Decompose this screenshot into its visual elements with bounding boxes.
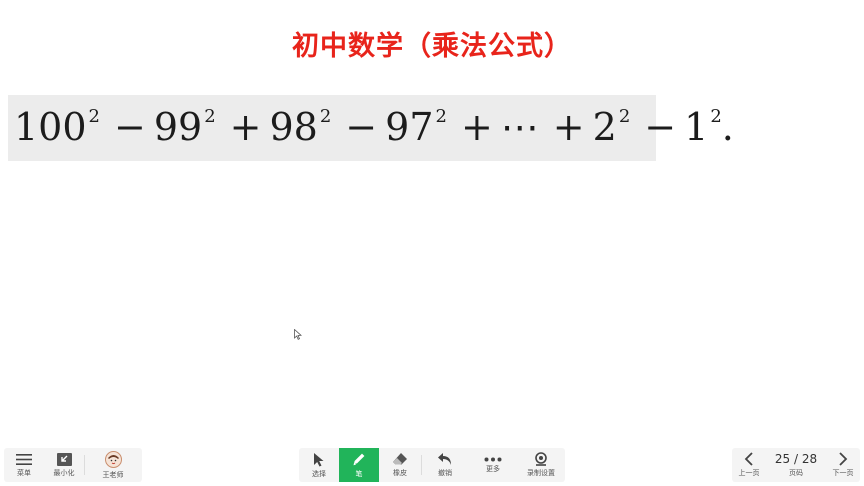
- record-settings-button[interactable]: 录制设置: [518, 448, 564, 482]
- chevron-left-icon: [744, 452, 753, 466]
- user-face-icon: [107, 454, 119, 464]
- page-label: 页码: [789, 469, 803, 477]
- minimize-label: 最小化: [53, 468, 75, 477]
- chevron-right-icon: [839, 452, 848, 466]
- prev-page-label: 上一页: [738, 469, 760, 477]
- pen-tool-button[interactable]: 笔: [339, 448, 379, 482]
- minimize-icon: [56, 452, 72, 466]
- slide-title: 初中数学（乘法公式）: [292, 31, 572, 62]
- select-cursor-icon: [314, 452, 324, 466]
- formula-term: 97 2: [385, 105, 447, 149]
- toolbar-left: 菜单 最小化 王老师: [4, 448, 142, 482]
- eraser-icon: [393, 453, 407, 465]
- page-number-button[interactable]: 25 / 28 页码: [766, 448, 826, 482]
- pen-label: 笔: [355, 470, 363, 478]
- pen-icon: [353, 453, 365, 466]
- user-button[interactable]: 王老师: [85, 448, 141, 482]
- formula-term: 98 2: [269, 105, 332, 149]
- toolbar-pager: 上一页 25 / 28 页码 下一页: [732, 448, 860, 482]
- formula-term: ⋯: [500, 105, 539, 149]
- minimize-button[interactable]: 最小化: [44, 448, 84, 482]
- more-dots-icon: [484, 457, 502, 461]
- next-page-label: 下一页: [832, 469, 854, 477]
- menu-button[interactable]: 菜单: [4, 448, 44, 482]
- formula-term: 12: [684, 105, 722, 149]
- select-tool-button[interactable]: 选择: [299, 448, 339, 482]
- menu-label: 菜单: [17, 468, 31, 477]
- more-label: 更多: [486, 464, 500, 473]
- formula-expression: 100 2−99 2 +98 2−97 2 + ⋯ +2 2−1 2.: [14, 105, 734, 149]
- user-name-label: 王老师: [102, 470, 124, 479]
- page-indicator: 25 / 28: [774, 452, 818, 466]
- undo-button[interactable]: 撤销: [422, 448, 468, 482]
- formula-term: 99 2: [153, 105, 216, 149]
- eraser-label: 橡皮: [393, 469, 407, 477]
- eraser-tool-button[interactable]: 橡皮: [379, 448, 421, 482]
- record-label: 录制设置: [527, 469, 555, 477]
- prev-page-button[interactable]: 上一页: [732, 448, 766, 482]
- mouse-pointer-icon: [294, 325, 302, 344]
- formula-term: 22: [592, 105, 631, 149]
- formula-image: 100 2−99 2 +98 2−97 2 + ⋯ +2 2−1 2.: [8, 95, 734, 161]
- formula-term: 100 2: [14, 105, 100, 149]
- toolbar-tools: 选择 笔 橡皮 撤销 更多 录制设置: [299, 448, 565, 482]
- record-camera-icon: [535, 452, 547, 466]
- undo-label: 撤销: [438, 469, 452, 477]
- avatar: [104, 450, 122, 468]
- more-button[interactable]: 更多: [468, 448, 518, 482]
- undo-icon: [438, 453, 451, 465]
- menu-icon: [16, 453, 32, 465]
- next-page-button[interactable]: 下一页: [826, 448, 860, 482]
- select-label: 选择: [312, 469, 326, 478]
